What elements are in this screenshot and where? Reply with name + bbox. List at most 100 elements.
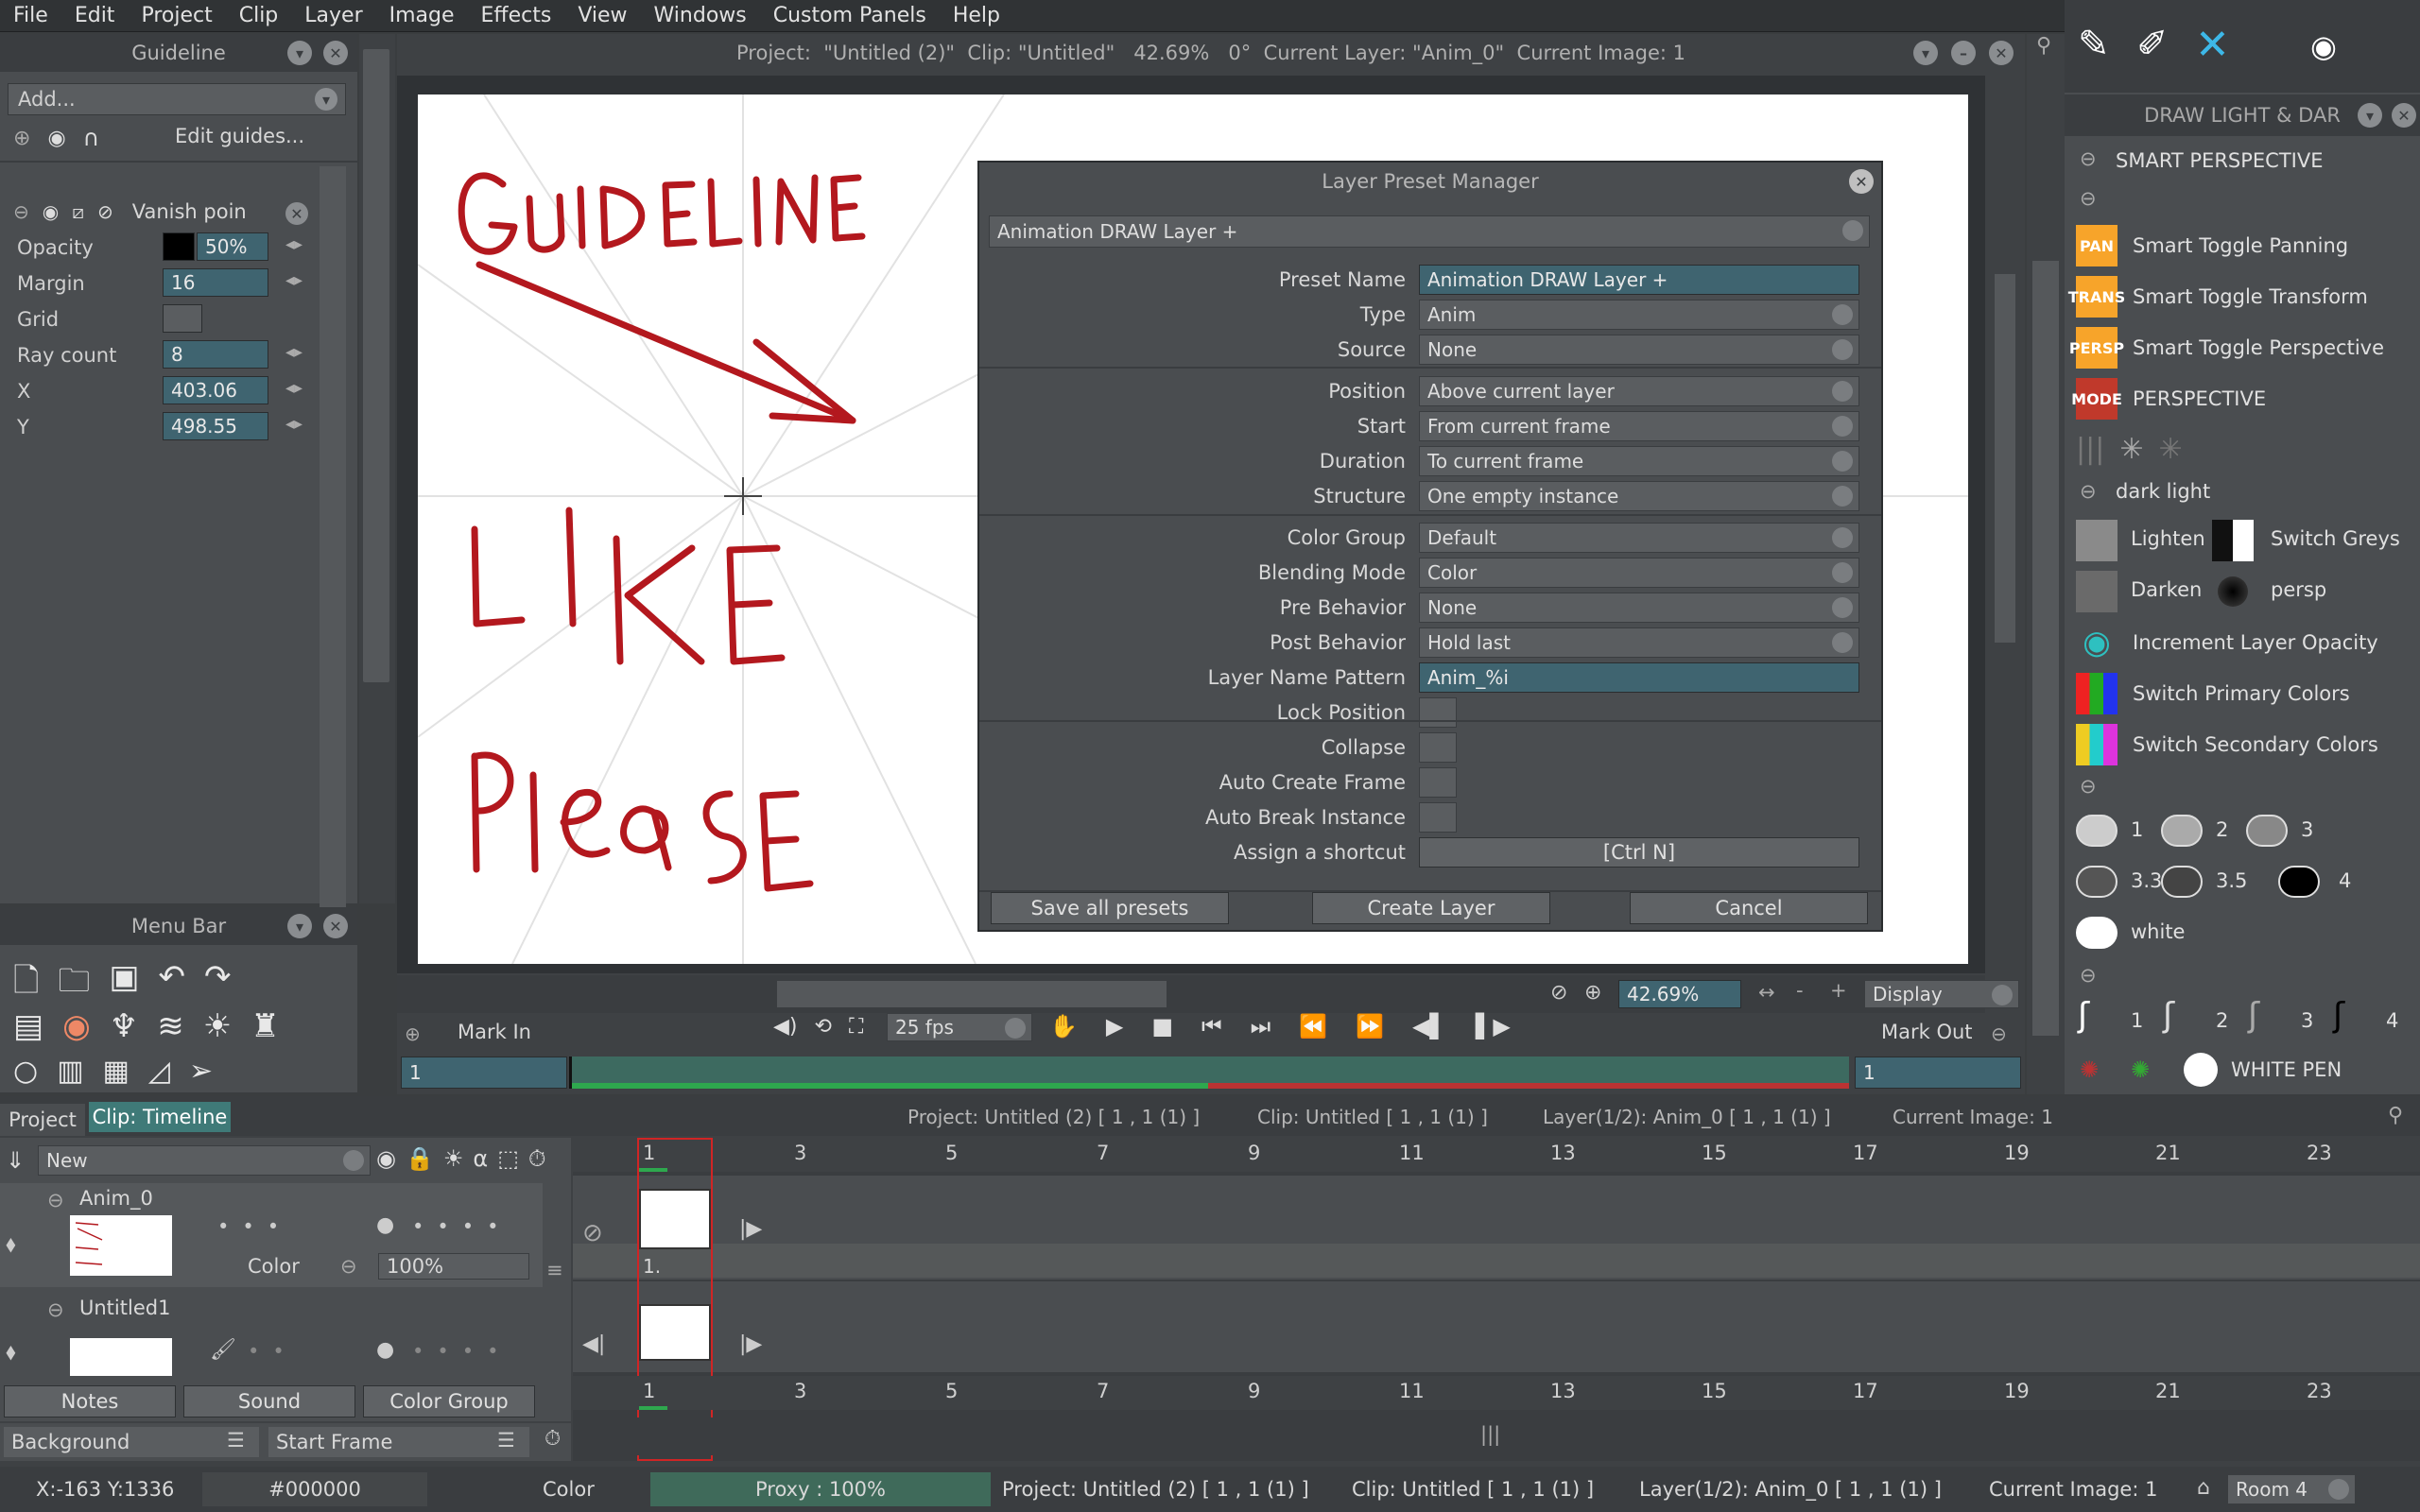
layer-opacity-field[interactable]: 100%	[378, 1253, 529, 1280]
prev-frame-icon[interactable]: ◀▌	[1412, 1013, 1447, 1040]
current-frame-cursor[interactable]	[637, 1138, 713, 1461]
first-frame-icon[interactable]: ⏮	[1201, 1013, 1222, 1040]
green-dot-icon[interactable]: ✺	[2131, 1057, 2150, 1083]
redo-icon[interactable]: ↷	[204, 958, 232, 1012]
prop-field[interactable]: 8	[163, 340, 268, 369]
mark-in-label[interactable]: Mark In	[458, 1021, 531, 1043]
menu-item-effects[interactable]: Effects	[468, 4, 565, 27]
brush-size-icon[interactable]	[2161, 866, 2203, 898]
darken-label[interactable]: Darken	[2131, 578, 2202, 601]
clock-icon[interactable]: ⏱	[544, 1427, 561, 1451]
dialog-dropdown[interactable]: None	[1419, 593, 1859, 623]
eraser-alt-icon[interactable]: ✐	[2136, 23, 2169, 66]
collapse-icon[interactable]: ▾	[287, 914, 312, 938]
timer-icon[interactable]: ⏱	[528, 1145, 546, 1172]
prop-field[interactable]: 498.55	[163, 412, 268, 440]
prop-field[interactable]: 16	[163, 268, 268, 297]
eye-icon[interactable]: ◉	[376, 1145, 396, 1172]
rotate-icon[interactable]: ⊘	[1550, 981, 1567, 1005]
white-pen-icon[interactable]	[2184, 1053, 2218, 1087]
minus-icon[interactable]: ⊖	[2080, 187, 2097, 210]
brush-size-icon[interactable]	[2246, 815, 2288, 847]
scroll-thumb[interactable]	[1995, 274, 2015, 643]
paper-plane-icon[interactable]: ➢	[189, 1055, 213, 1089]
brush-icon[interactable]: 🖌	[210, 1338, 236, 1362]
arrows-icon[interactable]: ↔	[1758, 981, 1775, 1004]
dialog-dropdown[interactable]: Hold last	[1419, 627, 1859, 658]
eraser-icon[interactable]: ✎	[2078, 23, 2110, 66]
close-icon[interactable]: ✕	[323, 914, 348, 938]
zoom-out-button[interactable]: -	[1796, 979, 1804, 1002]
dialog-dropdown[interactable]: To current frame	[1419, 446, 1859, 476]
list-icon[interactable]: ☰	[227, 1429, 245, 1452]
layers-icon[interactable]: ≋	[157, 1007, 184, 1045]
dialog-dropdown[interactable]: Default	[1419, 523, 1859, 553]
timeline-hscroll[interactable]: |||	[573, 1418, 2420, 1455]
close-icon[interactable]: ✕	[285, 202, 308, 225]
dialog-text-field[interactable]: Anim_%i	[1419, 662, 1859, 693]
tool-item[interactable]: TRANS Smart Toggle Transform	[2065, 274, 2414, 319]
layer-row-untitled1[interactable]: ⊖ Untitled1 ⬧ 🖌 •• ● ••••	[0, 1291, 543, 1382]
layer-name[interactable]: Untitled1	[79, 1297, 170, 1319]
extend-right-icon[interactable]: |▶	[739, 1332, 762, 1356]
add-guide-dropdown[interactable]: Add... ▾	[8, 83, 346, 115]
frame-out-field[interactable]: 1	[1855, 1057, 2021, 1089]
brush-size-icon[interactable]	[2076, 866, 2118, 898]
pin-icon[interactable]: ⚲	[2036, 34, 2051, 58]
mark-out-label[interactable]: Mark Out	[1881, 1021, 1973, 1043]
pen-stroke-icon[interactable]: ʃ	[2163, 996, 2174, 1035]
frame-in-field[interactable]: 1	[401, 1057, 567, 1089]
dialog-checkbox[interactable]	[1419, 697, 1457, 728]
next-frame-icon[interactable]: ▌▶	[1476, 1013, 1511, 1040]
close-icon[interactable]: ✕	[323, 41, 348, 65]
white-pen-label[interactable]: WHITE PEN	[2231, 1058, 2342, 1081]
tab-project[interactable]: Project	[0, 1104, 85, 1136]
pen-stroke-icon[interactable]: ʃ	[2248, 996, 2259, 1035]
new-file-icon[interactable]: 🗋	[13, 958, 39, 1012]
radial-rays-icon[interactable]: ✳	[2119, 433, 2143, 466]
ruler-icon[interactable]: ◿	[148, 1055, 170, 1089]
switch-greys-icon[interactable]	[2212, 520, 2254, 561]
stamp-icon[interactable]: ♆	[110, 1007, 138, 1045]
dialog-checkbox[interactable]	[1419, 732, 1457, 763]
layer-name[interactable]: Anim_0	[79, 1187, 153, 1210]
darken-icon[interactable]	[2076, 571, 2118, 612]
white-brush-icon[interactable]	[2076, 917, 2118, 949]
eye-icon[interactable]: ◉	[47, 127, 65, 150]
minus-icon[interactable]: ⊖	[2080, 480, 2097, 503]
tab-clip-timeline[interactable]: Clip: Timeline	[89, 1102, 231, 1132]
stop-icon[interactable]: ■	[1151, 1013, 1173, 1040]
hscroll-thumb[interactable]	[777, 981, 1167, 1007]
lighten-label[interactable]: Lighten	[2131, 527, 2205, 550]
splitter-handle[interactable]	[363, 49, 389, 682]
tool-item[interactable]: PERSP Smart Toggle Perspective	[2065, 325, 2414, 370]
lock-icon[interactable]: 🔒	[406, 1145, 434, 1172]
visible-dot-icon[interactable]: ●	[376, 1213, 394, 1237]
white-label[interactable]: white	[2131, 920, 2185, 943]
dialog-checkbox[interactable]	[1419, 767, 1457, 798]
alpha-icon[interactable]: α	[473, 1145, 488, 1172]
lighten-icon[interactable]	[2076, 520, 2118, 561]
zoom-field[interactable]: 42.69%	[1618, 980, 1741, 1008]
dialog-dropdown[interactable]: Anim	[1419, 300, 1859, 330]
eye-icon[interactable]: ◉	[2310, 28, 2337, 64]
brush-size-icon[interactable]	[2278, 866, 2320, 898]
eye-icon[interactable]: ◉	[43, 200, 59, 223]
switch-greys-label[interactable]: Switch Greys	[2271, 527, 2400, 550]
prop-field[interactable]: 50%	[197, 232, 268, 261]
prev-key-icon[interactable]: ⏪	[1299, 1013, 1327, 1040]
menu-item-view[interactable]: View	[564, 4, 640, 27]
loop-icon[interactable]: ⟲	[815, 1015, 832, 1039]
visible-dot-icon[interactable]: ●	[376, 1338, 394, 1362]
extend-left-icon[interactable]: ◀|	[582, 1332, 605, 1356]
pin-icon[interactable]: ⚲	[2388, 1104, 2403, 1127]
minimize-icon[interactable]: –	[1951, 41, 1976, 65]
edit-guides-button[interactable]: Edit guides...	[175, 125, 304, 147]
no-grid-icon[interactable]: ⊘	[97, 200, 113, 223]
pen-stroke-icon[interactable]: ʃ	[2333, 996, 2344, 1035]
menu-item-windows[interactable]: Windows	[641, 4, 760, 27]
cancel-button[interactable]: Cancel	[1630, 892, 1868, 924]
dialog-dropdown[interactable]: From current frame	[1419, 411, 1859, 441]
dialog-dropdown[interactable]: Above current layer	[1419, 376, 1859, 406]
hand-icon[interactable]: ✋	[1049, 1013, 1078, 1040]
